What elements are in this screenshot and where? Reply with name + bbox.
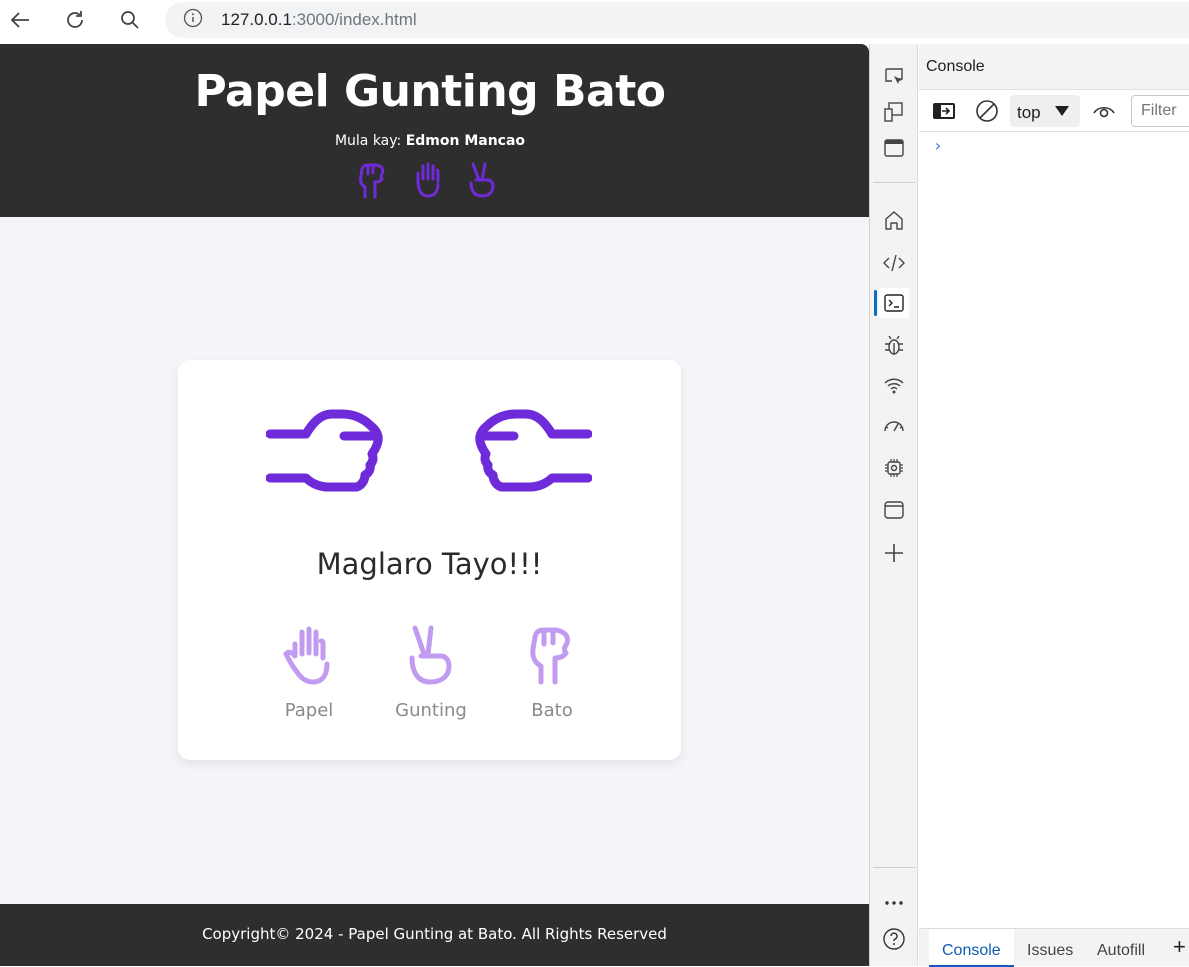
welcome-home-icon[interactable] — [879, 205, 909, 235]
chevron-down-icon — [1055, 106, 1069, 116]
network-wifi-icon[interactable] — [879, 371, 909, 401]
choice-label: Bato — [531, 700, 573, 721]
application-window-icon[interactable] — [879, 495, 909, 525]
computer-fist-pointing-left-icon — [475, 409, 593, 492]
add-tab-icon[interactable]: + — [1173, 929, 1189, 967]
url-host: 127.0.0.1 — [221, 10, 292, 29]
dock-icon[interactable] — [879, 133, 909, 163]
open-hand-icon — [283, 626, 330, 685]
choice-label: Gunting — [395, 700, 467, 721]
context-value: top — [1017, 103, 1041, 122]
elements-code-icon[interactable] — [879, 248, 909, 278]
page-viewport: Papel Gunting Bato Mula kay: Edmon Manca… — [0, 44, 869, 966]
byline: Mula kay: Edmon Mancao — [0, 133, 860, 149]
choice-papel-button[interactable]: Papel — [259, 624, 359, 721]
reload-icon[interactable] — [59, 6, 91, 34]
game-card: Maglaro Tayo!!! Papel Gunting Bato — [178, 360, 681, 760]
context-select[interactable]: top — [1010, 95, 1080, 127]
tab-autofill[interactable]: Autofill — [1097, 929, 1167, 967]
activity-separator — [873, 867, 915, 868]
peace-hand-icon — [409, 625, 452, 685]
help-icon[interactable] — [879, 924, 909, 954]
player-fist-pointing-right-icon — [265, 409, 383, 492]
console-prompt-chevron-icon[interactable]: › — [933, 136, 943, 155]
device-emulation-icon[interactable] — [879, 97, 909, 127]
tab-issues[interactable]: Issues — [1027, 929, 1087, 967]
play-prompt: Maglaro Tayo!!! — [316, 547, 543, 581]
devtools-activity-bar — [870, 44, 918, 966]
browser-toolbar: 127.0.0.1:3000/index.html — [0, 0, 1189, 44]
inspect-icon[interactable] — [879, 61, 909, 91]
tab-console[interactable]: Console — [929, 929, 1014, 967]
search-icon[interactable] — [114, 6, 146, 34]
active-tool-indicator — [874, 290, 877, 316]
fist-icon — [530, 627, 570, 685]
performance-gauge-icon[interactable] — [879, 412, 909, 442]
url-path: :3000/index.html — [291, 10, 417, 29]
console-toolbar: top — [919, 90, 1189, 132]
address-bar[interactable]: 127.0.0.1:3000/index.html — [165, 2, 1189, 38]
page-title: Papel Gunting Bato — [194, 66, 666, 117]
filter-input[interactable] — [1131, 95, 1189, 127]
show-sidebar-icon[interactable] — [930, 97, 958, 125]
live-expression-eye-icon[interactable] — [1090, 97, 1118, 125]
choice-label: Papel — [284, 700, 334, 721]
choice-bato-button[interactable]: Bato — [502, 624, 602, 721]
open-hand-icon — [410, 161, 443, 199]
site-info-icon[interactable] — [183, 8, 203, 32]
byline-author: Edmon Mancao — [405, 133, 526, 149]
more-tools-icon[interactable] — [879, 888, 909, 918]
sources-bug-icon[interactable] — [879, 330, 909, 360]
header-hand-icons — [355, 161, 505, 201]
add-tool-icon[interactable] — [879, 538, 909, 568]
site-header: Papel Gunting Bato Mula kay: Edmon Manca… — [0, 44, 869, 217]
fist-icon — [355, 161, 388, 199]
memory-chip-icon[interactable] — [879, 453, 909, 483]
choice-list: Papel Gunting Bato — [178, 624, 681, 734]
drawer-tabs: Console Issues Autofill + — [919, 928, 1189, 967]
clear-console-icon[interactable] — [973, 97, 1001, 125]
console-panel: Console top › Console Issues Autofill + — [919, 44, 1189, 967]
console-icon[interactable] — [879, 288, 909, 318]
hands-duel — [265, 404, 593, 500]
back-arrow-icon[interactable] — [4, 6, 36, 34]
byline-prefix: Mula kay: — [334, 133, 402, 149]
peace-hand-icon — [465, 161, 498, 199]
console-panel-title: Console — [919, 44, 1189, 90]
activity-separator — [873, 182, 915, 183]
choice-gunting-button[interactable]: Gunting — [381, 624, 481, 721]
site-footer: Copyright© 2024 - Papel Gunting at Bato.… — [0, 904, 869, 966]
